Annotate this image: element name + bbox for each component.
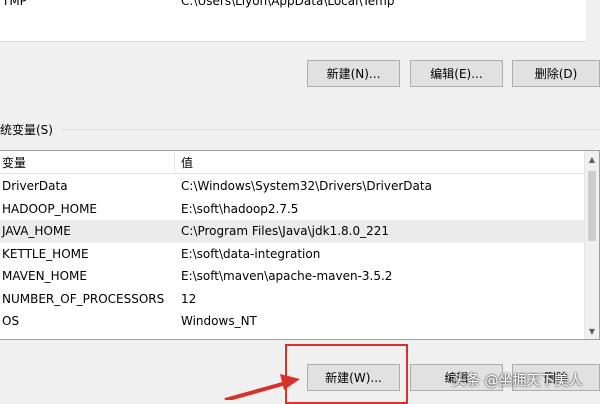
annotation-arrow-icon	[224, 374, 300, 400]
watermark: 头条 @坐拥天下美人	[452, 373, 583, 389]
